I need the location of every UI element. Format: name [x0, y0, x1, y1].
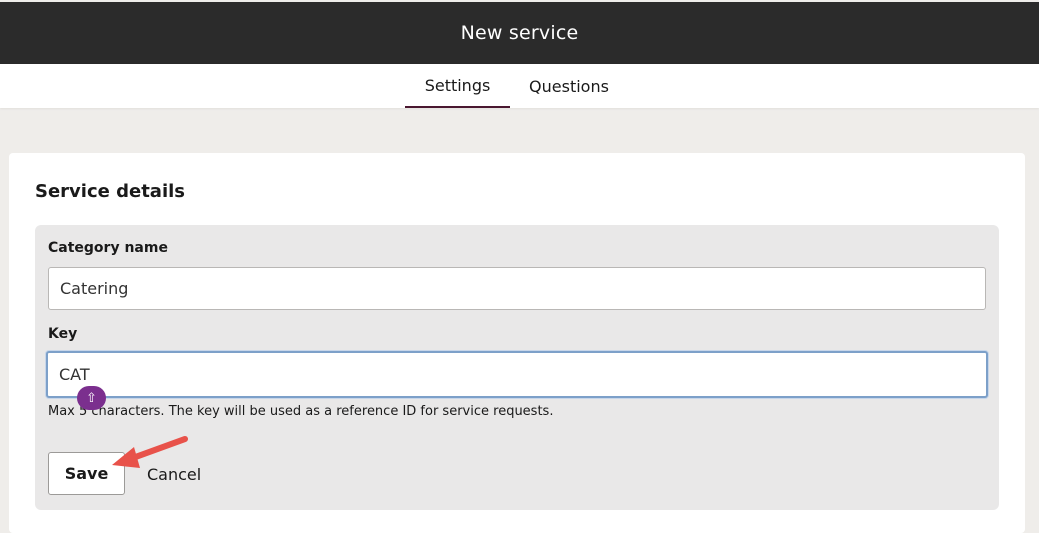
category-name-input[interactable]: [48, 267, 986, 310]
cancel-button[interactable]: Cancel: [147, 460, 201, 488]
service-details-card: Service details Category name Key Max 5 …: [9, 153, 1025, 533]
key-label: Key: [48, 326, 78, 342]
tab-settings[interactable]: Settings: [405, 64, 510, 108]
app-header: New service: [0, 2, 1039, 64]
save-button[interactable]: Save: [48, 452, 125, 495]
tab-bar: Settings Questions: [0, 64, 1039, 108]
category-name-label: Category name: [48, 240, 168, 256]
key-helper-text: Max 5 characters. The key will be used a…: [48, 404, 554, 419]
tab-questions[interactable]: Questions: [515, 64, 623, 108]
key-input[interactable]: [46, 351, 988, 398]
section-title: Service details: [35, 181, 185, 202]
tab-questions-label: Questions: [529, 76, 609, 96]
page-title: New service: [460, 22, 579, 44]
tab-settings-label: Settings: [424, 75, 491, 95]
shift-arrow-icon: ⇧: [77, 386, 106, 410]
form-panel: Category name Key Max 5 characters. The …: [35, 225, 999, 510]
